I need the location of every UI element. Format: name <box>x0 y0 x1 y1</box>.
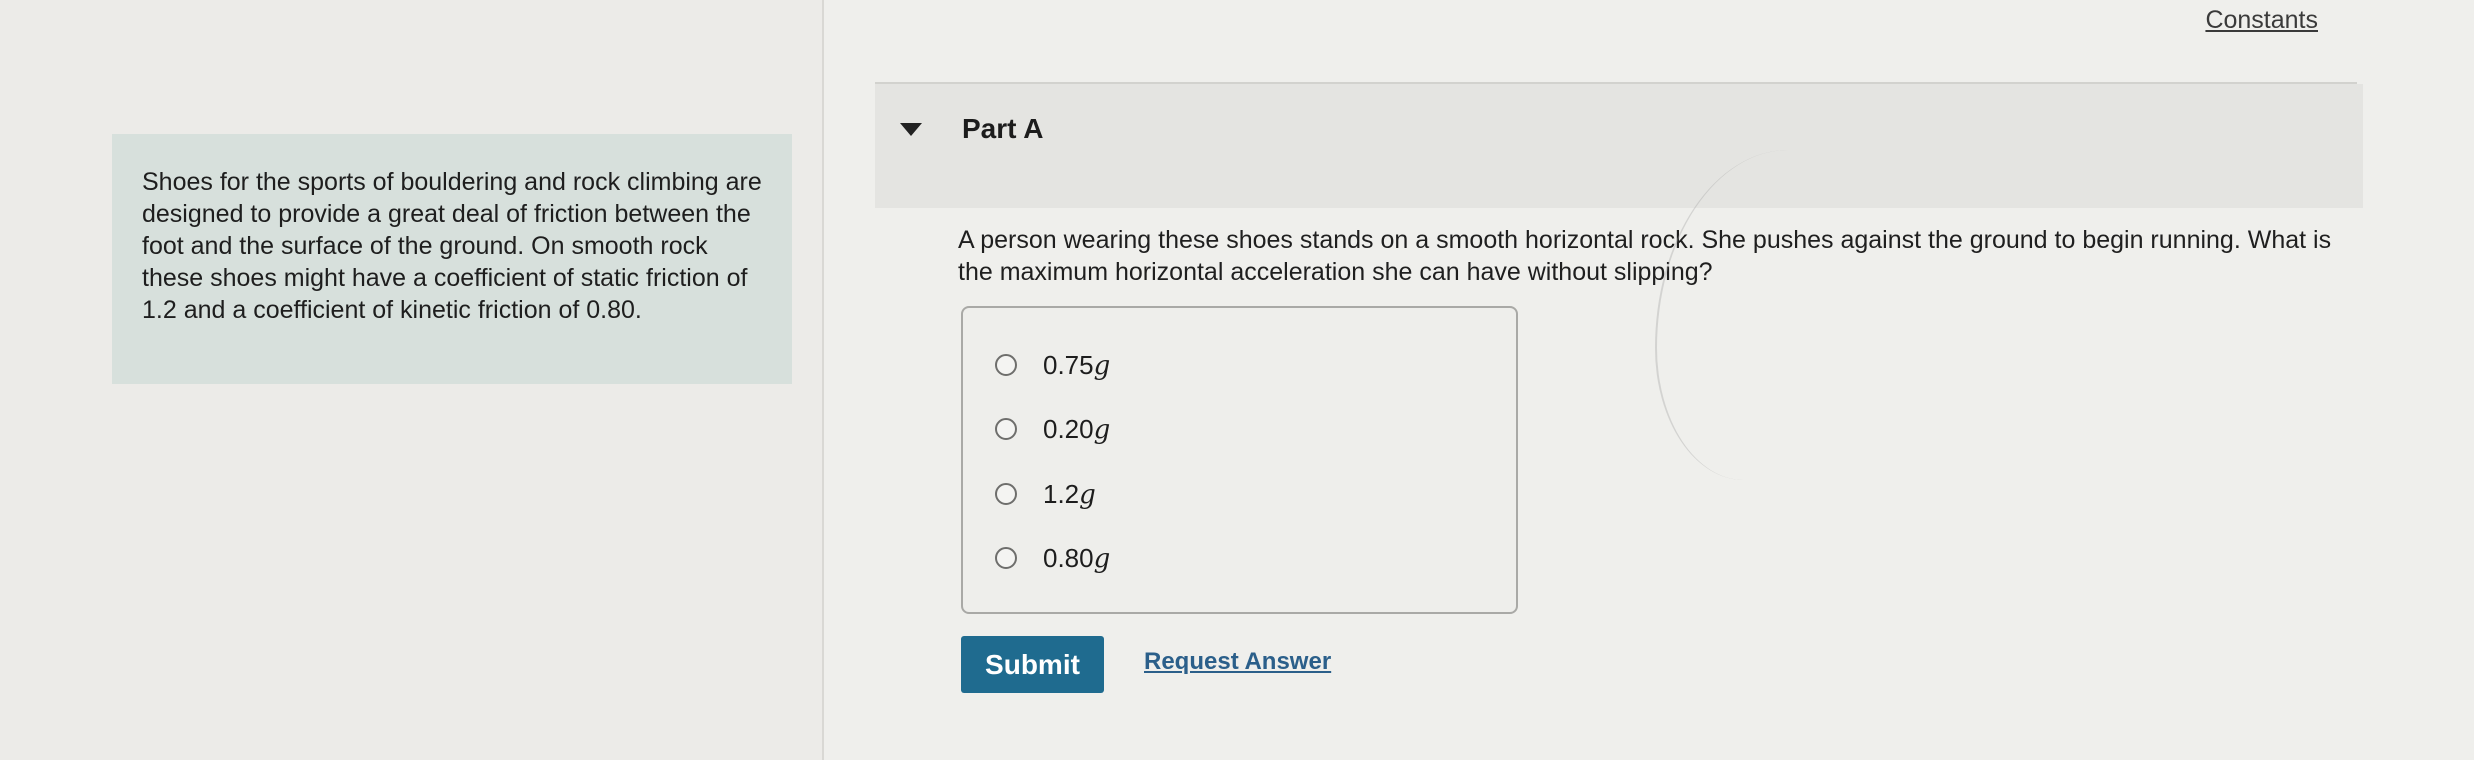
collapse-caret-icon[interactable] <box>900 123 922 136</box>
submit-button[interactable]: Submit <box>961 636 1104 693</box>
radio-button-icon[interactable] <box>995 354 1017 376</box>
option-label: 0.20g <box>1043 413 1111 445</box>
part-header[interactable] <box>875 84 2363 208</box>
pane-divider <box>822 0 824 760</box>
option-3[interactable]: 1.2g <box>995 477 1096 511</box>
option-1[interactable]: 0.75g <box>995 348 1110 382</box>
radio-button-icon[interactable] <box>995 418 1017 440</box>
problem-intro-text: Shoes for the sports of bouldering and r… <box>142 168 762 324</box>
problem-intro: Shoes for the sports of bouldering and r… <box>112 134 792 384</box>
radio-button-icon[interactable] <box>995 547 1017 569</box>
part-title[interactable]: Part A <box>962 113 1043 145</box>
option-label: 1.2g <box>1043 478 1096 510</box>
option-4[interactable]: 0.80g <box>995 541 1110 575</box>
answer-options: 0.75g 0.20g 1.2g 0.80g <box>961 306 1518 614</box>
radio-button-icon[interactable] <box>995 483 1017 505</box>
request-answer-link[interactable]: Request Answer <box>1144 648 1331 676</box>
constants-link[interactable]: Constants <box>2205 6 2318 35</box>
option-label: 0.80g <box>1043 542 1111 574</box>
option-label: 0.75g <box>1043 349 1111 381</box>
option-2[interactable]: 0.20g <box>995 412 1110 446</box>
